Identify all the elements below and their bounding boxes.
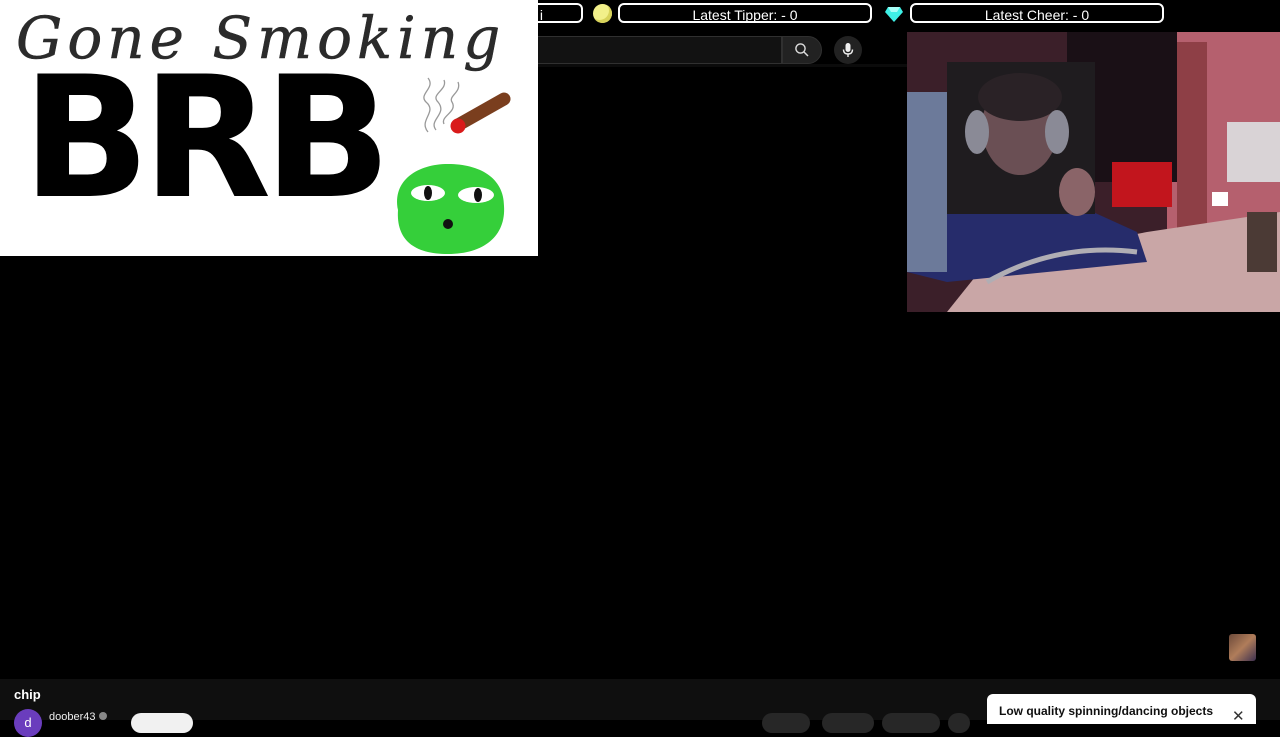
like-button[interactable] bbox=[762, 713, 810, 733]
smoking-joint-icon bbox=[423, 77, 511, 134]
video-title: chip bbox=[14, 687, 41, 702]
search-button[interactable] bbox=[782, 36, 822, 64]
brb-overlay: Gone Smoking BRB bbox=[0, 0, 538, 256]
subscribe-button[interactable] bbox=[131, 713, 193, 733]
green-blob-drawing bbox=[397, 164, 505, 254]
search-icon bbox=[795, 43, 809, 57]
channel-name[interactable]: doober43 bbox=[49, 711, 96, 723]
latest-cheer-pill: Latest Cheer: - 0 bbox=[910, 3, 1164, 23]
download-button[interactable] bbox=[882, 713, 940, 733]
channel-thumbnail[interactable] bbox=[1229, 634, 1256, 661]
microphone-icon bbox=[842, 43, 854, 57]
more-actions-button[interactable] bbox=[948, 713, 970, 733]
share-button[interactable] bbox=[822, 713, 874, 733]
webcam-feed bbox=[907, 32, 1280, 312]
verified-icon bbox=[99, 712, 107, 720]
banner-text: Low quality spinning/dancing objects bbox=[999, 704, 1214, 718]
avatar[interactable]: d bbox=[14, 709, 42, 737]
close-icon[interactable]: ✕ bbox=[1232, 707, 1245, 725]
gem-icon bbox=[885, 7, 903, 22]
alert-pill-partial: i bbox=[535, 3, 583, 23]
latest-tipper-pill: Latest Tipper: - 0 bbox=[618, 3, 872, 23]
voice-search-button[interactable] bbox=[834, 36, 862, 64]
search-input[interactable] bbox=[538, 36, 782, 64]
header-divider bbox=[538, 64, 907, 67]
brb-text: BRB bbox=[22, 40, 391, 236]
coin-icon bbox=[593, 4, 612, 23]
